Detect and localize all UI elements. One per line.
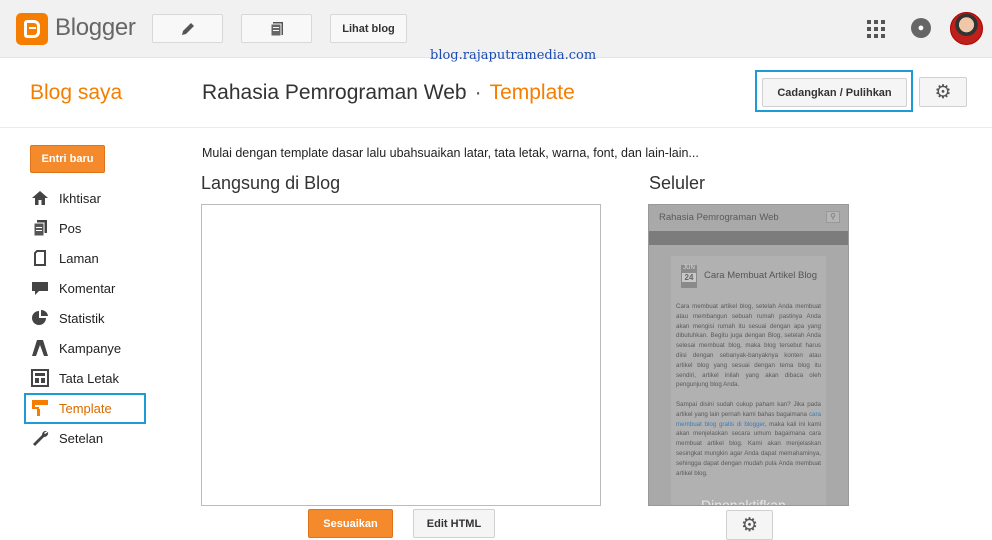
sidebar-item-label: Kampanye: [59, 340, 122, 356]
mobile-nav-bar: [649, 231, 848, 245]
mobile-preview[interactable]: Rahasia Pemrograman Web ⚲ JUN 24 Cara Mem…: [648, 204, 849, 506]
sidebar-item-layout[interactable]: Tata Letak: [30, 367, 119, 389]
sidebar-item-label: Tata Letak: [59, 370, 119, 386]
title-separator: ·: [474, 81, 482, 104]
current-page-title: Template: [489, 81, 575, 104]
posts-icon: [30, 218, 50, 238]
home-icon: [30, 188, 50, 208]
sidebar-item-label: Template: [59, 400, 112, 416]
blog-title: Rahasia Pemrograman Web: [202, 81, 467, 104]
mobile-blog-name: Rahasia Pemrograman Web: [659, 212, 779, 223]
sidebar-item-template[interactable]: Template: [30, 397, 112, 419]
view-blog-button[interactable]: Lihat blog: [330, 14, 407, 43]
sidebar-item-settings[interactable]: Setelan: [30, 427, 103, 449]
header-settings-button[interactable]: ⚙: [919, 77, 967, 107]
mobile-post-body: Cara membuat artikel blog, setelah Anda …: [676, 303, 821, 477]
pencil-icon: [181, 22, 194, 35]
new-post-button[interactable]: [152, 14, 223, 43]
blogger-logo-icon[interactable]: [16, 13, 48, 45]
mobile-preview-header: Rahasia Pemrograman Web ⚲: [649, 205, 848, 231]
posts-list-button[interactable]: [241, 14, 312, 43]
search-icon: ⚲: [826, 211, 840, 223]
sidebar-item-label: Pos: [59, 220, 82, 236]
new-post-button[interactable]: Entri baru: [30, 145, 105, 173]
live-blog-heading: Langsung di Blog: [201, 173, 341, 193]
gear-icon: ⚙: [934, 81, 952, 103]
sidebar-item-label: Statistik: [59, 310, 105, 326]
mobile-heading: Seluler: [649, 173, 706, 193]
header-divider: [0, 127, 992, 128]
mobile-settings-button[interactable]: ⚙: [726, 510, 773, 540]
watermark-text: blog.rajaputramedia.com: [430, 48, 597, 63]
page-icon: [30, 248, 50, 268]
my-blogs-link[interactable]: Blog saya: [30, 81, 122, 105]
gear-icon: ⚙: [740, 514, 759, 536]
avatar[interactable]: [950, 12, 983, 45]
mobile-disabled-text: Dinonaktifkan: [701, 497, 786, 506]
backup-restore-button[interactable]: Cadangkan / Pulihkan: [762, 78, 907, 107]
sidebar-item-label: Setelan: [59, 430, 104, 446]
comment-icon: [30, 278, 50, 298]
wrench-icon: [30, 428, 50, 448]
sidebar-item-stats[interactable]: Statistik: [30, 307, 105, 329]
edit-html-button[interactable]: Edit HTML: [413, 509, 495, 538]
live-blog-preview[interactable]: [201, 204, 601, 506]
sidebar-item-overview[interactable]: Ikhtisar: [30, 187, 101, 209]
layout-icon: [30, 368, 50, 388]
mobile-post-card: JUN 24 Cara Membuat Artikel Blog Cara mem…: [671, 256, 826, 505]
customize-button[interactable]: Sesuaikan: [308, 509, 393, 538]
brand-name[interactable]: Blogger: [55, 14, 136, 42]
sidebar-item-label: Ikhtisar: [59, 190, 101, 206]
sidebar-item-label: Komentar: [59, 280, 116, 296]
sidebar-item-posts[interactable]: Pos: [30, 217, 81, 239]
document-icon: [270, 21, 283, 36]
apps-grid-icon[interactable]: [867, 20, 885, 38]
sidebar-item-pages[interactable]: Laman: [30, 247, 99, 269]
intro-text: Mulai dengan template dasar lalu ubahsua…: [202, 146, 699, 160]
page-title: Rahasia Pemrograman Web · Template: [202, 81, 575, 105]
mobile-post-title: Cara Membuat Artikel Blog: [704, 270, 817, 281]
post-date-badge: JUN 24: [681, 265, 697, 288]
notification-bell-icon[interactable]: ●: [911, 18, 931, 38]
sidebar-item-label: Laman: [59, 250, 99, 266]
pie-chart-icon: [30, 308, 50, 328]
campaign-icon: [30, 338, 50, 358]
sidebar-item-comments[interactable]: Komentar: [30, 277, 115, 299]
sidebar-item-campaigns[interactable]: Kampanye: [30, 337, 121, 359]
template-icon: [30, 398, 50, 418]
